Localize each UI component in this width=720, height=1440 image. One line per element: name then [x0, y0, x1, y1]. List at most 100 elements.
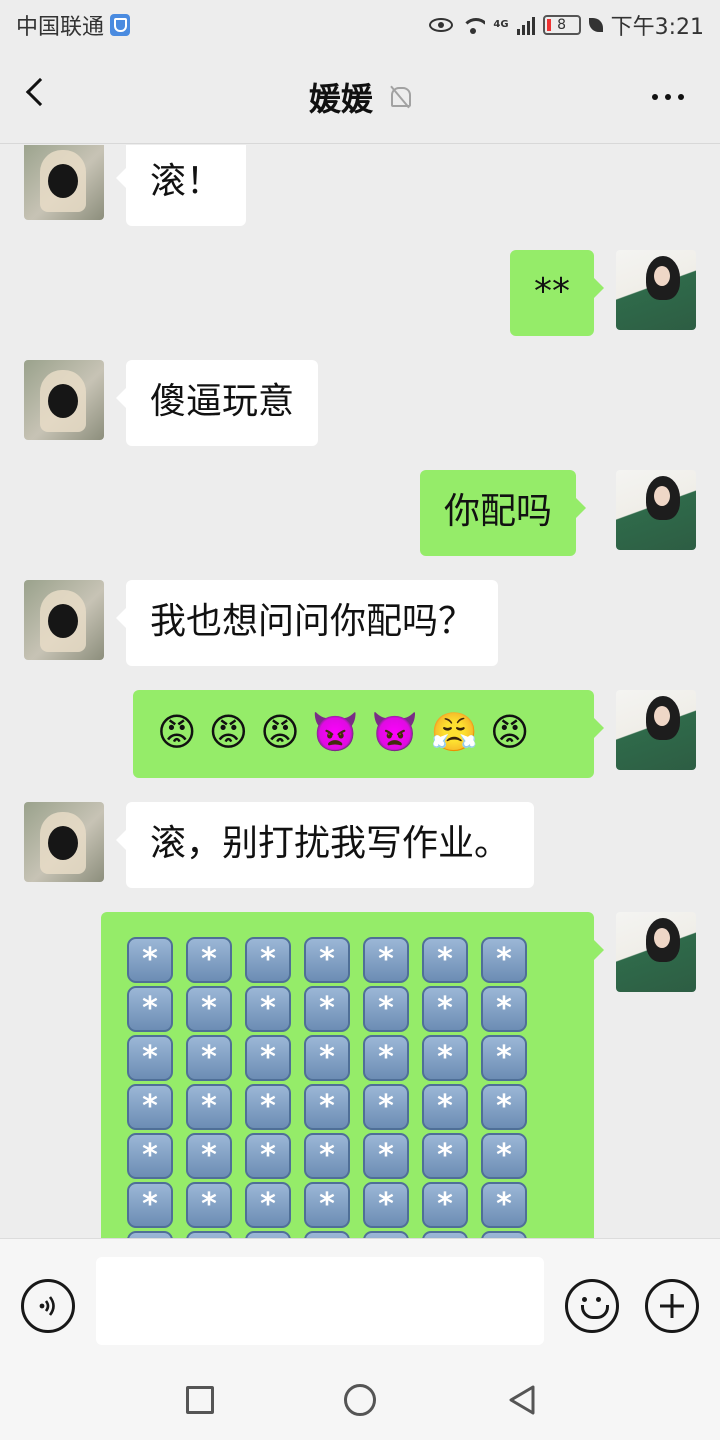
message-bubble[interactable]: **	[510, 250, 604, 336]
contact-avatar[interactable]	[24, 802, 104, 882]
smile-face-icon	[577, 1291, 609, 1321]
asterisk-keycap-icon: *	[304, 1084, 350, 1130]
home-icon[interactable]	[344, 1384, 376, 1416]
asterisk-keycap-icon: *	[245, 937, 291, 983]
input-bar	[0, 1238, 720, 1360]
status-left: 中国联通	[16, 9, 131, 41]
asterisk-keycap-icon: *	[422, 1231, 468, 1238]
asterisk-keycap-icon: *	[186, 1084, 232, 1130]
angry-devil-emoji: 👿	[311, 710, 372, 754]
battery-level: 8	[557, 17, 567, 33]
asterisk-keycap-icon: *	[422, 1182, 468, 1228]
asterisk-keycap-icon: *	[481, 937, 527, 983]
message-text: 滚！	[150, 161, 223, 202]
steam-face-emoji: 😤	[430, 710, 490, 754]
network-type: 4G	[493, 19, 509, 30]
contact-avatar[interactable]	[24, 145, 104, 220]
message-received: 滚，别打扰我写作业。	[0, 802, 720, 892]
nav-back-icon[interactable]	[507, 1384, 537, 1416]
emoji-message-bubble[interactable]: 😡😡😡👿👿😤😡	[133, 690, 604, 778]
asterisk-keycap-icon: *	[186, 986, 232, 1032]
angry-face-emoji: 😡	[489, 710, 542, 754]
message-bubble[interactable]: 你配吗	[420, 470, 587, 556]
asterisk-keycap-icon: *	[304, 1231, 350, 1238]
asterisk-keycap-icon: *	[363, 1133, 409, 1179]
status-bar: 中国联通 4G 8 下午3:21	[0, 0, 720, 50]
message-bubble[interactable]: 傻逼玩意	[115, 360, 319, 446]
message-received: 我也想问问你配吗？	[0, 580, 720, 670]
message-bubble[interactable]: 我也想问问你配吗？	[115, 580, 499, 666]
leaf-icon	[588, 18, 603, 32]
mute-bell-icon	[389, 85, 411, 109]
keycap-grid: * * * * * * * * * * * * * * * * * * * * * * * * * * * * * * * * * * * * * * * *…	[127, 937, 594, 1238]
asterisk-keycap-icon: *	[186, 1133, 232, 1179]
signal-icon	[516, 15, 535, 35]
asterisk-keycap-icon: *	[481, 1084, 527, 1130]
plus-icon[interactable]	[645, 1279, 699, 1333]
back-icon[interactable]	[25, 77, 55, 107]
emoji-icon[interactable]	[565, 1279, 619, 1333]
message-text: 我也想问问你配吗？	[150, 601, 475, 642]
asterisk-keycap-icon: *	[127, 1133, 173, 1179]
asterisk-keycap-icon: *	[422, 1035, 468, 1081]
shield-icon	[110, 14, 131, 36]
message-text: 傻逼玩意	[150, 381, 295, 422]
my-avatar[interactable]	[616, 250, 696, 330]
message-text: 滚，别打扰我写作业。	[150, 823, 511, 864]
battery-indicator: 8	[542, 15, 581, 35]
message-bubble[interactable]: 滚！	[115, 145, 247, 226]
asterisk-keycap-icon: *	[186, 1182, 232, 1228]
asterisk-keycap-icon: *	[186, 1231, 232, 1238]
message-bubble[interactable]: 滚，别打扰我写作业。	[115, 802, 535, 888]
plus-glyph-icon	[660, 1294, 684, 1318]
asterisk-keycap-icon: *	[422, 937, 468, 983]
asterisk-keycap-icon: *	[422, 1133, 468, 1179]
asterisk-keycap-icon: *	[245, 986, 291, 1032]
asterisk-keycap-icon: *	[481, 1182, 527, 1228]
asterisk-keycap-icon: *	[127, 937, 173, 983]
carrier-name: 中国联通	[16, 15, 105, 40]
chat-title: 媛媛	[308, 79, 373, 118]
asterisk-keycap-icon: *	[245, 1035, 291, 1081]
my-avatar[interactable]	[616, 912, 696, 992]
asterisk-keycap-icon: *	[304, 1182, 350, 1228]
asterisk-keycap-icon: *	[363, 1231, 409, 1238]
my-avatar[interactable]	[616, 690, 696, 770]
message-sent: 你配吗	[0, 470, 720, 560]
contact-avatar[interactable]	[24, 580, 104, 660]
wifi-icon	[461, 16, 486, 34]
voice-icon[interactable]	[21, 1279, 75, 1333]
message-received: 滚！	[0, 145, 720, 235]
asterisk-keycap-icon: *	[127, 1035, 173, 1081]
asterisk-keycap-icon: *	[481, 986, 527, 1032]
more-icon[interactable]	[652, 94, 684, 100]
asterisk-keycap-icon: *	[245, 1133, 291, 1179]
eye-icon	[429, 18, 454, 32]
asterisk-keycap-icon: *	[245, 1182, 291, 1228]
angry-face-emoji: 😡	[260, 710, 312, 754]
angry-devil-emoji: 👿	[371, 710, 431, 754]
recent-apps-icon[interactable]	[186, 1386, 214, 1414]
status-time: 下午3:21	[610, 15, 704, 40]
angry-face-emoji: 😡	[208, 710, 261, 754]
asterisk-keycap-icon: *	[363, 937, 409, 983]
asterisk-keycap-icon: *	[186, 1035, 232, 1081]
asterisk-keycap-icon: *	[186, 937, 232, 983]
contact-avatar[interactable]	[24, 360, 104, 440]
asterisk-keycap-icon: *	[481, 1231, 527, 1238]
keycap-message-bubble[interactable]: * * * * * * * * * * * * * * * * * * * * * * * * * * * * * * * * * * * * * * * *…	[101, 912, 604, 1238]
asterisk-keycap-icon: *	[304, 986, 350, 1032]
asterisk-keycap-icon: *	[422, 1084, 468, 1130]
chat-area[interactable]: 滚！ ** 傻逼玩意 你配吗 我也想问问你配吗？ 😡😡😡👿👿😤😡 滚，别打扰我写…	[0, 145, 720, 1238]
chat-header: 媛媛	[0, 50, 720, 144]
message-text: **	[534, 271, 570, 312]
my-avatar[interactable]	[616, 470, 696, 550]
asterisk-keycap-icon: *	[363, 986, 409, 1032]
asterisk-keycap-icon: *	[422, 986, 468, 1032]
asterisk-keycap-icon: *	[127, 1231, 173, 1238]
asterisk-keycap-icon: *	[304, 1133, 350, 1179]
voice-wave-icon	[39, 1296, 55, 1316]
status-right: 4G 8 下午3:21	[429, 9, 704, 41]
asterisk-keycap-icon: *	[363, 1035, 409, 1081]
message-input[interactable]	[96, 1257, 544, 1345]
